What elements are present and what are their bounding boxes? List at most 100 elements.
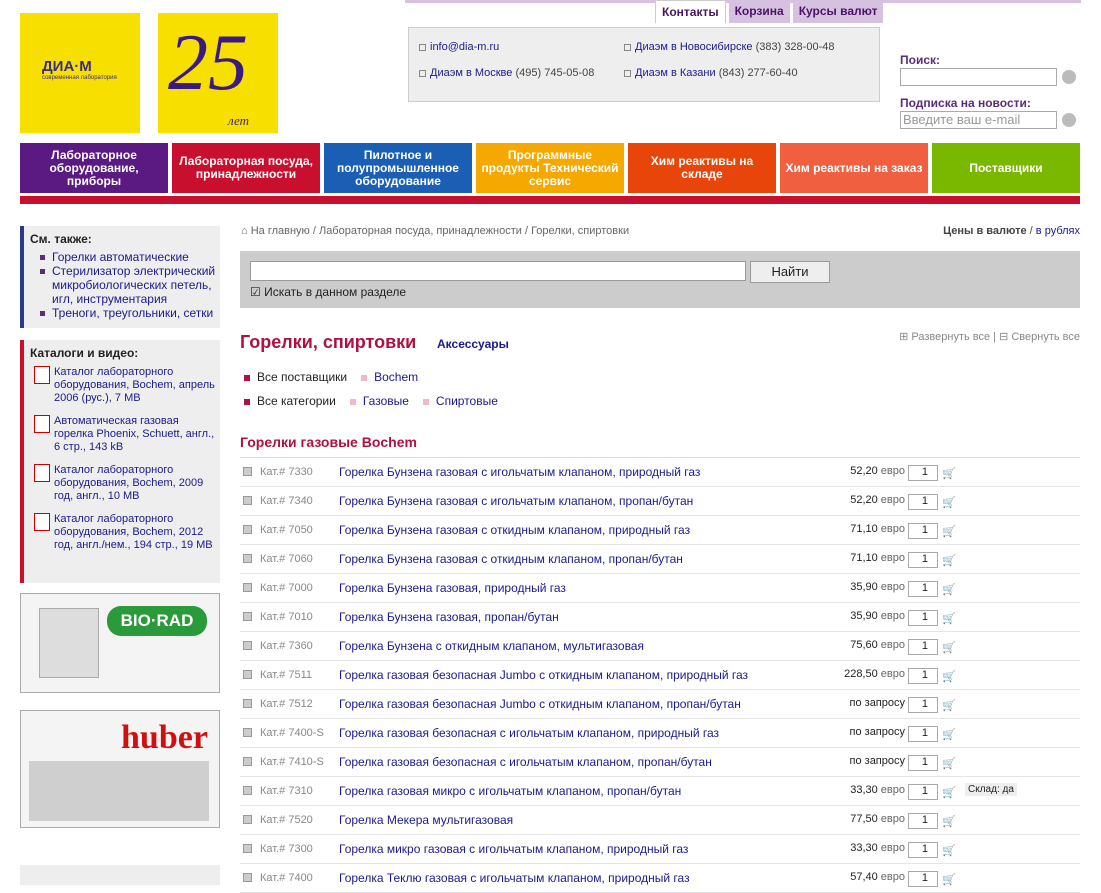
see-also-link[interactable]: Горелки автоматические (52, 250, 189, 264)
quantity-input[interactable]: 1 (908, 697, 938, 713)
filter-all-suppliers[interactable]: Все поставщики (244, 370, 347, 384)
product-link[interactable]: Горелка газовая безопасная с игольчатым … (339, 755, 712, 769)
quantity-input[interactable]: 1 (908, 668, 938, 684)
filter-gas[interactable]: Газовые (363, 394, 409, 408)
expand-plus-icon[interactable] (243, 844, 252, 853)
cart-icon[interactable]: 🛒 (942, 467, 956, 480)
kazan-link[interactable]: Диаэм в Казани (635, 67, 716, 79)
subscribe-input[interactable]: Введите ваш e-mail (900, 111, 1057, 129)
product-link[interactable]: Горелка Бунзена газовая с откидным клапа… (339, 523, 690, 537)
search-go-icon[interactable] (1062, 70, 1076, 84)
tab-currency[interactable]: Курсы валют (792, 0, 884, 23)
expand-plus-icon[interactable] (243, 612, 252, 621)
cart-icon[interactable]: 🛒 (942, 670, 956, 683)
collapse-all[interactable]: Свернуть все (1011, 331, 1080, 343)
expand-plus-icon[interactable] (243, 496, 252, 505)
cart-icon[interactable]: 🛒 (942, 583, 956, 596)
product-link[interactable]: Горелка микро газовая с игольчатым клапа… (339, 842, 688, 856)
see-also-link[interactable]: Стерилизатор электрический микробиологич… (52, 264, 215, 306)
email-link[interactable]: info@dia-m.ru (430, 41, 499, 53)
filter-bochem[interactable]: Bochem (374, 370, 418, 384)
search-section-checkbox[interactable]: ☑ Искать в данном разделе (250, 285, 406, 299)
catalog-link[interactable]: Каталог лабораторного оборудования, Boch… (54, 464, 203, 502)
breadcrumb-home[interactable]: На главную (251, 225, 310, 237)
expand-plus-icon[interactable] (243, 699, 252, 708)
menu-reagents-order[interactable]: Хим реактивы на заказ (780, 143, 928, 193)
expand-all[interactable]: Развернуть все (911, 331, 990, 343)
cart-icon[interactable]: 🛒 (942, 786, 956, 799)
product-link[interactable]: Горелка Бунзена газовая с игольчатым кла… (339, 465, 700, 479)
product-link[interactable]: Горелка газовая безопасная Jumbo с откид… (339, 697, 741, 711)
nsk-link[interactable]: Диаэм в Новосибирске (635, 41, 753, 53)
diam-logo[interactable]: ДИА·М современная лаборатория (20, 13, 140, 133)
cart-icon[interactable]: 🛒 (942, 844, 956, 857)
tab-cart[interactable]: Корзина (728, 0, 790, 23)
quantity-input[interactable]: 1 (908, 726, 938, 742)
cart-icon[interactable]: 🛒 (942, 699, 956, 712)
quantity-input[interactable]: 1 (908, 871, 938, 887)
expand-plus-icon[interactable] (243, 554, 252, 563)
menu-reagents-stock[interactable]: Хим реактивы на складе (628, 143, 776, 193)
menu-pilot-equipment[interactable]: Пилотное и полупромышленное оборудование (324, 143, 472, 193)
expand-plus-icon[interactable] (243, 815, 252, 824)
product-link[interactable]: Горелка Бунзена газовая с игольчатым кла… (339, 494, 693, 508)
product-link[interactable]: Горелка газовая микро с игольчатым клапа… (339, 784, 681, 798)
subscribe-go-icon[interactable] (1062, 113, 1076, 127)
menu-software-service[interactable]: Программные продукты Технический сервис (476, 143, 624, 193)
menu-suppliers[interactable]: Поставщики (932, 143, 1080, 193)
cart-icon[interactable]: 🛒 (942, 873, 956, 886)
moscow-link[interactable]: Диаэм в Москве (430, 67, 512, 79)
quantity-input[interactable]: 1 (908, 581, 938, 597)
cart-icon[interactable]: 🛒 (942, 815, 956, 828)
cart-icon[interactable]: 🛒 (942, 728, 956, 741)
quantity-input[interactable]: 1 (908, 552, 938, 568)
search-input[interactable] (900, 68, 1057, 86)
cart-icon[interactable]: 🛒 (942, 612, 956, 625)
cart-icon[interactable]: 🛒 (942, 496, 956, 509)
see-also-link[interactable]: Треноги, треугольники, сетки (52, 306, 213, 320)
expand-plus-icon[interactable] (243, 467, 252, 476)
breadcrumb-section[interactable]: Лабораторная посуда, принадлежности (319, 225, 522, 237)
expand-plus-icon[interactable] (243, 728, 252, 737)
product-link[interactable]: Горелка Бунзена газовая, природный газ (339, 581, 566, 595)
expand-plus-icon[interactable] (243, 583, 252, 592)
product-link[interactable]: Горелка Бунзена газовая с откидным клапа… (339, 552, 683, 566)
cart-icon[interactable]: 🛒 (942, 757, 956, 770)
catalog-link[interactable]: Каталог лабораторного оборудования, Boch… (54, 513, 213, 551)
expand-plus-icon[interactable] (243, 786, 252, 795)
catalog-link[interactable]: Каталог лабораторного оборудования, Boch… (54, 366, 215, 404)
cart-icon[interactable]: 🛒 (942, 641, 956, 654)
huber-banner[interactable]: huber (20, 710, 220, 828)
quantity-input[interactable]: 1 (908, 813, 938, 829)
section-search-input[interactable] (250, 261, 746, 281)
cart-icon[interactable]: 🛒 (942, 554, 956, 567)
product-link[interactable]: Горелка газовая безопасная с игольчатым … (339, 726, 719, 740)
product-link[interactable]: Горелка газовая безопасная Jumbo с откид… (339, 668, 748, 682)
quantity-input[interactable]: 1 (908, 465, 938, 481)
expand-plus-icon[interactable] (243, 641, 252, 650)
filter-spirit[interactable]: Спиртовые (436, 394, 498, 408)
expand-plus-icon[interactable] (243, 757, 252, 766)
expand-plus-icon[interactable] (243, 525, 252, 534)
product-link[interactable]: Горелка Теклю газовая с игольчатым клапа… (339, 871, 690, 885)
catalog-link[interactable]: Автоматическая газовая горелка Phoenix, … (54, 415, 214, 453)
product-link[interactable]: Горелка Мекера мультигазовая (339, 813, 513, 827)
cart-icon[interactable]: 🛒 (942, 525, 956, 538)
accessories-link[interactable]: Аксессуары (437, 337, 509, 351)
quantity-input[interactable]: 1 (908, 523, 938, 539)
expand-plus-icon[interactable] (243, 873, 252, 882)
biorad-banner[interactable]: BIO·RAD (20, 593, 220, 693)
currency-rub-link[interactable]: в рублях (1036, 225, 1080, 237)
find-button[interactable]: Найти (750, 261, 830, 283)
expand-plus-icon[interactable] (243, 670, 252, 679)
quantity-input[interactable]: 1 (908, 494, 938, 510)
product-link[interactable]: Горелка Бунзена газовая, пропан/бутан (339, 610, 559, 624)
quantity-input[interactable]: 1 (908, 842, 938, 858)
quantity-input[interactable]: 1 (908, 639, 938, 655)
tab-contacts[interactable]: Контакты (655, 0, 726, 23)
product-link[interactable]: Горелка Бунзена с откидным клапаном, мул… (339, 639, 644, 653)
quantity-input[interactable]: 1 (908, 755, 938, 771)
menu-lab-glassware[interactable]: Лабораторная посуда, принадлежности (172, 143, 320, 193)
filter-all-categories[interactable]: Все категории (244, 394, 336, 408)
menu-lab-equipment[interactable]: Лабораторное оборудование, приборы (20, 143, 168, 193)
